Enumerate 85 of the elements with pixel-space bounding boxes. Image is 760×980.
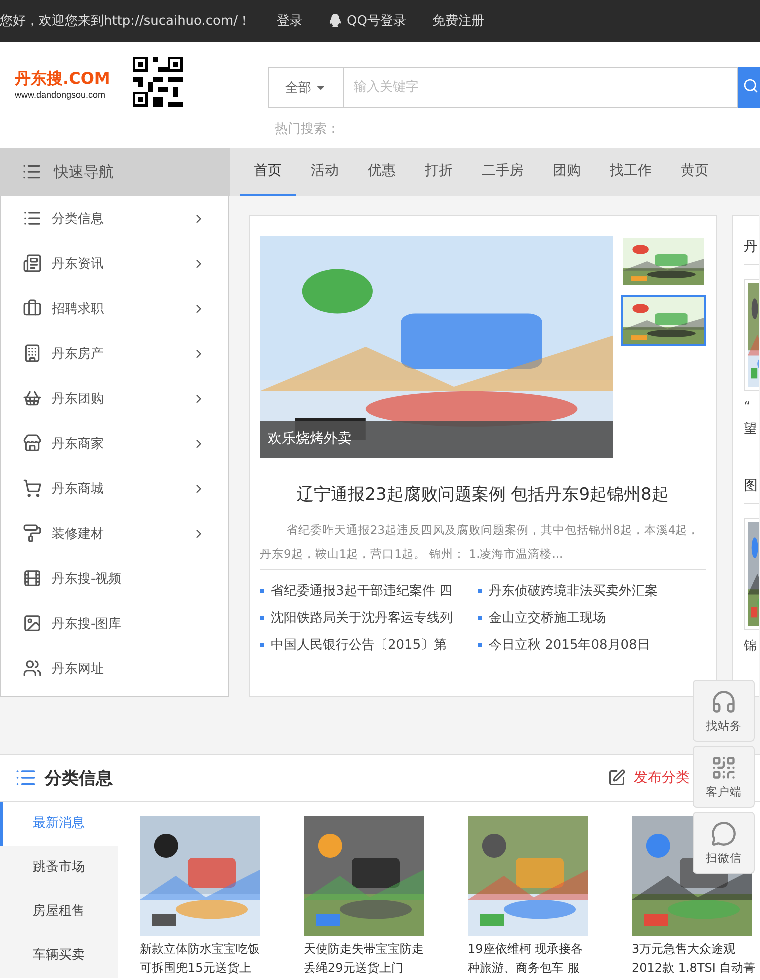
nav-tab[interactable]: 活动 xyxy=(297,148,353,196)
nav-menu-item[interactable]: 丹东商家 xyxy=(1,421,228,466)
news-link[interactable]: 今日立秋 2015年08月08日 xyxy=(478,636,706,654)
building-icon xyxy=(23,344,42,363)
menu-label: 丹东搜-视频 xyxy=(52,570,123,588)
nav-menu-item[interactable]: 丹东房产 xyxy=(1,331,228,376)
nav-menu-item[interactable]: 丹东团购 xyxy=(1,376,228,421)
nav-menu-item[interactable]: 丹东网址 xyxy=(1,646,228,691)
edit-icon xyxy=(608,769,626,787)
listing-title[interactable]: 新款立体防水宝宝吃饭 可拆围兜15元送货上 xyxy=(140,940,260,978)
cart-icon xyxy=(23,479,42,498)
picture-caption: 望 xyxy=(744,421,758,439)
top-link[interactable]: 免费注册 xyxy=(432,12,485,30)
chat-icon xyxy=(711,820,737,846)
news-link[interactable]: 金山立交桥施工现场 xyxy=(478,609,706,627)
nav-tab[interactable]: 黄页 xyxy=(667,148,723,196)
basket-icon xyxy=(23,389,42,408)
post-link[interactable]: 发布分类 xyxy=(634,769,690,787)
hot-search-label: 热门搜索： xyxy=(275,121,341,138)
top-link[interactable]: 登录 xyxy=(277,12,304,30)
nav-menu-item[interactable]: 分类信息 xyxy=(1,196,228,241)
picture-caption: 锦 xyxy=(744,638,758,656)
search-field[interactable]: 输入关键字 xyxy=(344,67,738,108)
menu-label: 丹东商家 xyxy=(52,436,105,452)
news-link[interactable]: 丹东侦破跨境非法买卖外汇案 xyxy=(478,582,706,600)
menu-label: 招聘求职 xyxy=(52,300,105,318)
float-button[interactable]: 客户端 xyxy=(693,746,755,808)
menu-label: 丹东网址 xyxy=(52,660,105,678)
menu-label: 丹东搜-图库 xyxy=(52,616,123,632)
listing-title[interactable]: 19座依维柯 现承接各 种旅游、商务包车 服 xyxy=(468,940,588,978)
qr-code-icon xyxy=(711,754,737,780)
logo-url: www.dandongsou.com xyxy=(15,90,107,100)
welcome-text: 您好，欢迎您来到http://sucaihuo.com/！ xyxy=(0,13,252,30)
menu-label: 丹东房产 xyxy=(52,346,105,362)
nav-menu-item[interactable]: 丹东商城 xyxy=(1,466,228,511)
news-link[interactable]: 中国人民银行公告〔2015〕第 xyxy=(260,636,478,654)
picture-caption: “ xyxy=(744,399,752,417)
nav-tab[interactable]: 优惠 xyxy=(354,148,410,196)
paint-roller-icon xyxy=(23,524,42,543)
search-icon xyxy=(743,78,759,94)
menu-label: 丹东资讯 xyxy=(52,256,105,272)
headset-icon xyxy=(711,688,737,714)
nav-menu-item[interactable]: 装修建材 xyxy=(1,511,228,556)
menu-label: 丹东团购 xyxy=(52,390,105,408)
section-title: 分类信息 xyxy=(45,768,114,790)
quick-nav-title: 快速导航 xyxy=(54,162,114,182)
top-link[interactable]: QQ号登录 xyxy=(329,12,407,30)
scope-dropdown[interactable]: 全部 xyxy=(268,67,344,108)
category-tab[interactable]: 车辆买卖 xyxy=(0,934,118,978)
category-tab[interactable]: 最新消息 xyxy=(0,802,118,846)
people-icon xyxy=(23,659,42,678)
store-icon xyxy=(23,434,42,453)
news-link[interactable]: 省纪委通报3起干部违纪案件 四 xyxy=(260,582,478,600)
film-icon xyxy=(23,569,42,588)
headline-summary: 省纪委昨天通报23起违反四风及腐败问题案例，其中包括锦州8起，本溪4起，丹东9起，鞍山1起，营口1起。 锦州： 1.凌海市温滴楼... xyxy=(260,518,706,570)
float-button[interactable]: 扫微信 xyxy=(693,812,755,874)
headline[interactable]: 辽宁通报23起腐败问题案例 包括丹东9起锦州8起 xyxy=(260,483,706,506)
slide-caption: 欢乐烧烤外卖 xyxy=(260,421,613,458)
nav-tab[interactable]: 二手房 xyxy=(468,148,538,196)
category-tab[interactable]: 房屋租售 xyxy=(0,890,118,934)
category-tab[interactable]: 跳蚤市场 xyxy=(0,846,118,890)
briefcase-icon xyxy=(23,299,42,318)
menu-label: 装修建材 xyxy=(52,526,105,542)
float-button[interactable]: 找站务 xyxy=(693,680,755,742)
listing-title[interactable]: 天使防走失带宝宝防走 丢绳29元送货上门 xyxy=(304,940,424,978)
nav-menu-item[interactable]: 丹东搜-图库 xyxy=(1,601,228,646)
news-link[interactable]: 沈阳铁路局关于沈丹客运专线列 xyxy=(260,609,478,627)
search-button[interactable] xyxy=(738,67,760,108)
menu-label: 丹东商城 xyxy=(52,480,105,498)
nav-tab[interactable]: 找工作 xyxy=(596,148,666,196)
newspaper-icon xyxy=(23,254,42,273)
penguin-icon xyxy=(329,14,342,28)
nav-menu-item[interactable]: 丹东资讯 xyxy=(1,241,228,286)
nav-tab[interactable]: 团购 xyxy=(539,148,595,196)
nav-menu-item[interactable]: 丹东搜-视频 xyxy=(1,556,228,601)
list-icon xyxy=(23,209,42,228)
panel-title: 丹 xyxy=(744,238,759,265)
image-icon xyxy=(23,614,42,633)
panel-title: 图 xyxy=(744,477,759,504)
nav-tab[interactable]: 首页 xyxy=(240,148,296,196)
menu-label: 分类信息 xyxy=(52,210,105,228)
logo-text: 丹东搜.COM xyxy=(15,68,112,90)
nav-menu-item[interactable]: 招聘求职 xyxy=(1,286,228,331)
qr-code-icon xyxy=(133,57,183,107)
nav-tab[interactable]: 打折 xyxy=(411,148,467,196)
